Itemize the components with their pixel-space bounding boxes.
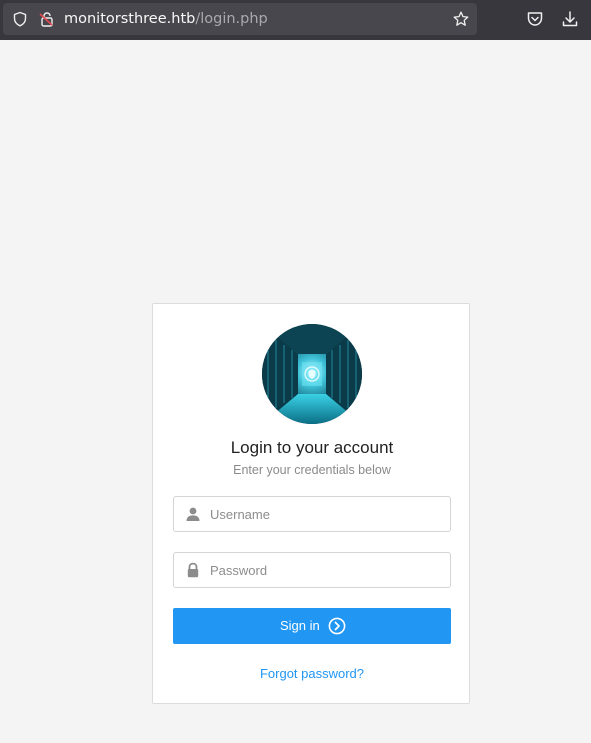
- login-subtitle: Enter your credentials below: [233, 463, 391, 477]
- download-icon[interactable]: [561, 10, 579, 28]
- login-card: Login to your account Enter your credent…: [152, 303, 470, 704]
- lock-icon[interactable]: [39, 11, 55, 27]
- chevron-right-circle-icon: [328, 617, 346, 635]
- url-domain: monitorsthree.htb: [64, 11, 196, 27]
- login-title: Login to your account: [230, 438, 394, 457]
- username-field[interactable]: [173, 496, 451, 532]
- shield-icon[interactable]: [12, 11, 28, 27]
- sign-in-label: Sign in: [280, 618, 320, 633]
- url-text[interactable]: monitorsthree.htb/login.php: [64, 10, 268, 28]
- password-field[interactable]: [173, 552, 451, 588]
- sign-in-button[interactable]: Sign in: [173, 608, 451, 644]
- url-path: /login.php: [195, 11, 268, 27]
- address-bar[interactable]: monitorsthree.htb/login.php: [3, 3, 477, 35]
- server-room-logo: [262, 324, 362, 424]
- pocket-icon[interactable]: [526, 10, 544, 28]
- password-input[interactable]: [210, 553, 446, 587]
- user-icon: [185, 506, 201, 522]
- username-input[interactable]: [210, 497, 446, 531]
- lock-icon: [185, 562, 201, 578]
- forgot-password-link[interactable]: Forgot password?: [153, 666, 471, 682]
- browser-toolbar: monitorsthree.htb/login.php: [0, 0, 591, 40]
- bookmark-star-icon[interactable]: [453, 11, 469, 27]
